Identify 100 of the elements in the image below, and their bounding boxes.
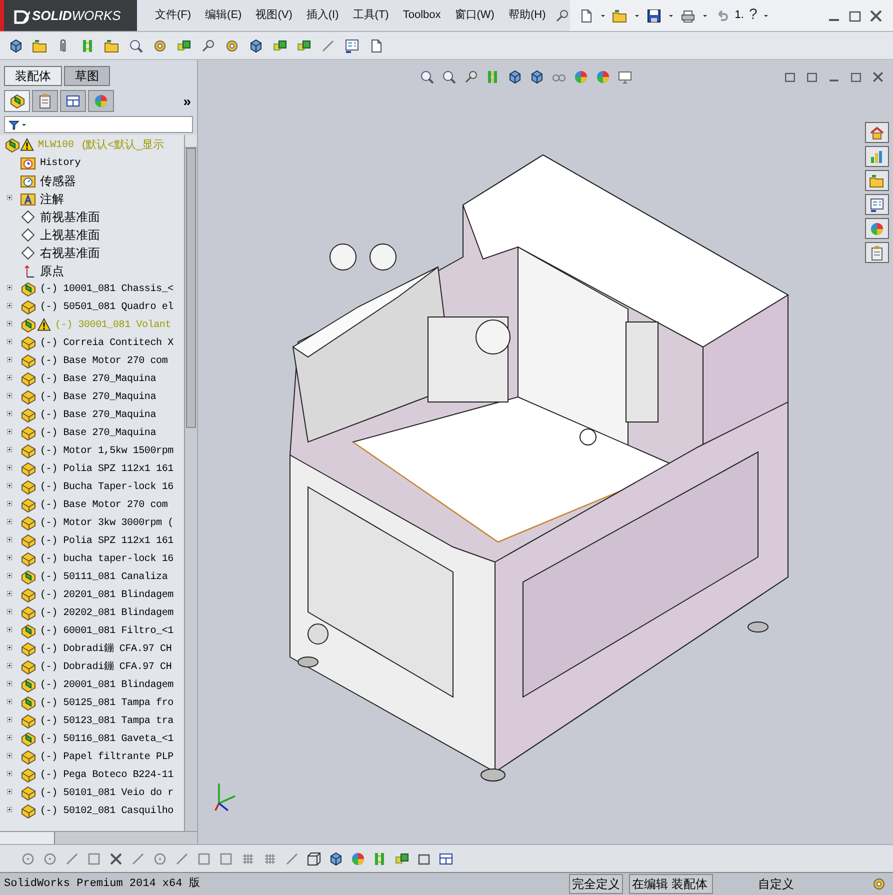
cube-icon[interactable]	[248, 38, 264, 54]
menu-item[interactable]: 帮助(H)	[502, 7, 552, 24]
tree-item[interactable]: History	[40, 156, 81, 170]
tree-item[interactable]: 右视基准面	[40, 244, 100, 262]
editing-status: 在编辑 装配体	[629, 874, 713, 894]
tree-item[interactable]: (-) Pega Boteco B224-11	[40, 768, 174, 782]
tree-item[interactable]: (-) bucha taper-lock 16	[40, 552, 174, 566]
part-icon	[20, 803, 36, 819]
tree-item[interactable]: (-) 50101_081 Veio do r	[40, 786, 174, 800]
folder-tab[interactable]	[865, 170, 889, 191]
tree-item[interactable]: (-) 50116_081 Gaveta_<1	[40, 732, 174, 746]
manager-tab[interactable]	[4, 90, 30, 112]
manager-tab[interactable]	[60, 90, 86, 112]
menu-item[interactable]: 插入(I)	[300, 7, 345, 24]
tree-item[interactable]: (-) Dobradi鏰 CFA.97 CH	[40, 660, 172, 674]
tree-item[interactable]: (-) Motor 3kw 3000rpm (	[40, 516, 174, 530]
app-logo: SOLIDWORKS	[32, 6, 121, 25]
help-button[interactable]: ?	[748, 4, 758, 27]
tree-item[interactable]: (-) 50123_081 Tampa tra	[40, 714, 174, 728]
restore-icon[interactable]	[849, 70, 863, 84]
tree-item[interactable]: (-) Base Motor 270 com	[40, 498, 168, 512]
circle-icon[interactable]	[42, 850, 58, 866]
menu-item[interactable]: 工具(T)	[346, 7, 395, 24]
tree-item[interactable]: 上视基准面	[40, 226, 100, 244]
tree-item[interactable]: 传感器	[40, 172, 76, 190]
magnifier-icon[interactable]	[128, 38, 144, 54]
list-tab[interactable]	[865, 194, 889, 215]
units-status[interactable]: 自定义	[721, 875, 831, 893]
tree-item[interactable]: 前视基准面	[40, 208, 100, 226]
chart-tab[interactable]	[865, 146, 889, 167]
tree-item[interactable]: (-) Polia SPZ 112x1 161	[40, 462, 174, 476]
menu-item[interactable]: Toolbox	[396, 7, 447, 24]
cube-icon[interactable]	[8, 38, 24, 54]
part-icon	[20, 425, 36, 441]
tree-item[interactable]: (-) 60001_081 Filtro_<1	[40, 624, 174, 638]
menu-item[interactable]: 视图(V)	[250, 7, 298, 24]
line-icon[interactable]	[64, 850, 80, 866]
menu-item[interactable]: 窗口(W)	[448, 7, 500, 24]
tree-item[interactable]: (-) Dobradi鏰 CFA.97 CH	[40, 642, 172, 656]
tree-item[interactable]: (-) Correia Contitech X	[40, 336, 174, 350]
zoom-fit-icon[interactable]	[418, 69, 434, 85]
color-ball-icon	[93, 93, 109, 109]
folder-icon[interactable]	[104, 38, 120, 54]
save-icon[interactable]	[646, 8, 662, 24]
tree-item[interactable]: (-) 50111_081 Canaliza	[40, 570, 168, 584]
zoom-area-icon[interactable]	[440, 69, 456, 85]
filter-field[interactable]	[4, 116, 193, 133]
slash-icon[interactable]	[174, 850, 190, 866]
pin-icon[interactable]	[200, 38, 216, 54]
property-sheet-icon	[37, 93, 53, 109]
open-folder-icon[interactable]	[612, 8, 628, 24]
tree-item[interactable]: (-) 50102_081 Casquilho	[40, 804, 174, 818]
tree-item[interactable]: (-) 20001_081 Blindagem	[40, 678, 174, 692]
tree-item[interactable]: (-) 20201_081 Blindagem	[40, 588, 174, 602]
blocks-icon[interactable]	[176, 38, 192, 54]
tree-item[interactable]: (-) 50125_081 Tampa fro	[40, 696, 174, 710]
assembly-icon	[20, 623, 36, 639]
blocks-icon[interactable]	[296, 38, 312, 54]
vertical-scrollbar[interactable]	[184, 135, 197, 831]
cross-icon[interactable]	[108, 850, 124, 866]
wireframe-cube-icon[interactable]	[306, 850, 322, 866]
close-icon[interactable]	[871, 70, 885, 84]
tree-item[interactable]: 注解	[40, 190, 64, 208]
color-ball-tab[interactable]	[865, 218, 889, 239]
panel-tab[interactable]: 草图	[64, 66, 110, 86]
print-icon[interactable]	[680, 8, 696, 24]
tree-item[interactable]: (-) 10001_081 Chassis_<	[40, 282, 174, 296]
panel-tab[interactable]: 装配体	[4, 66, 62, 86]
tree-item[interactable]: (-) 20202_081 Blindagem	[40, 606, 174, 620]
tree-item[interactable]: (-) Papel filtrante PLP	[40, 750, 174, 764]
tree-item[interactable]: (-) Base 270_Maquina	[40, 372, 156, 386]
blocks-icon[interactable]	[272, 38, 288, 54]
list-icon[interactable]	[344, 38, 360, 54]
plane-icon	[20, 245, 36, 261]
shaded-cube-icon[interactable]	[328, 850, 344, 866]
close-icon[interactable]	[868, 8, 884, 24]
menu-item[interactable]: 编辑(E)	[199, 7, 248, 24]
tree-item[interactable]: (-) Base Motor 270 com	[40, 354, 168, 368]
manager-tab[interactable]	[32, 90, 58, 112]
horizontal-scrollbar[interactable]	[0, 831, 197, 844]
folder-icon[interactable]	[32, 38, 48, 54]
tree-item[interactable]: (-) Base 270_Maquina	[40, 426, 156, 440]
tree-item[interactable]: (-) Polia SPZ 112x1 161	[40, 534, 174, 548]
part-icon	[20, 767, 36, 783]
tree-item[interactable]: (-) Motor 1,5kw 1500rpm	[40, 444, 174, 458]
tree-item[interactable]: (-) Bucha Taper-lock 16	[40, 480, 174, 494]
menu-item[interactable]: 文件(F)	[149, 7, 198, 24]
sphere-icon[interactable]	[350, 850, 366, 866]
tree-item[interactable]: (-) 50501_081 Quadro el	[40, 300, 174, 314]
more-button[interactable]: »	[181, 90, 193, 112]
table-icon[interactable]	[438, 850, 454, 866]
recent-number[interactable]: 1.	[734, 7, 744, 24]
clipboard-tab[interactable]	[865, 242, 889, 263]
tree-item[interactable]: 原点	[40, 262, 64, 280]
point-icon[interactable]	[20, 850, 36, 866]
home-tab[interactable]	[865, 122, 889, 143]
tree-item[interactable]: (-) Base 270_Maquina	[40, 408, 156, 422]
pin-icon[interactable]	[554, 8, 570, 24]
tree-item[interactable]: (-) Base 270_Maquina	[40, 390, 156, 404]
blocks-icon[interactable]	[394, 850, 410, 866]
